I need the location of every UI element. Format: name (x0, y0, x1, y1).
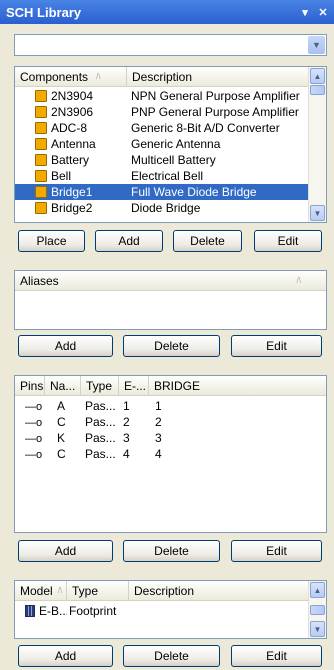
component-row-selected[interactable]: Bridge1 Full Wave Diode Bridge (15, 184, 311, 200)
pin-row[interactable]: —o C Pas... 4 4 (15, 446, 209, 462)
sch-library-panel: SCH Library ▾ ✕ ▼ Components/\ Descripti… (0, 0, 334, 670)
delete-pin-button[interactable]: Delete (123, 540, 220, 562)
component-row[interactable]: 2N3906 PNP General Purpose Amplifier (15, 104, 311, 120)
pin-row[interactable]: —o C Pas... 2 2 (15, 414, 209, 430)
pin-icon: —o (25, 433, 43, 445)
library-filter-combo[interactable]: ▼ (14, 34, 327, 56)
close-icon[interactable]: ✕ (316, 6, 330, 19)
scroll-down-icon[interactable]: ▼ (310, 205, 325, 221)
edit-alias-button[interactable]: Edit (231, 335, 322, 357)
component-icon (35, 138, 47, 150)
edit-pin-button[interactable]: Edit (231, 540, 322, 562)
component-row[interactable]: ADC-8 Generic 8-Bit A/D Converter (15, 120, 311, 136)
column-header-description[interactable]: Description (127, 67, 311, 86)
component-icon (35, 106, 47, 118)
component-row[interactable]: 2N3904 NPN General Purpose Amplifier (15, 88, 311, 104)
sort-icon: /\ (96, 72, 101, 81)
components-list[interactable]: Components/\ Description 2N3904 NPN Gene… (14, 66, 327, 223)
column-header-e[interactable]: E-... (119, 376, 149, 395)
delete-alias-button[interactable]: Delete (123, 335, 220, 357)
aliases-list-header: Aliases/\ (15, 271, 326, 291)
component-icon (35, 202, 47, 214)
component-row[interactable]: Bell Electrical Bell (15, 168, 311, 184)
panel-title: SCH Library (6, 4, 82, 20)
panel-title-bar: SCH Library ▾ ✕ (0, 0, 334, 24)
place-button[interactable]: Place (18, 230, 85, 252)
delete-component-button[interactable]: Delete (173, 230, 242, 252)
edit-component-button[interactable]: Edit (254, 230, 322, 252)
sort-icon: /\ (296, 276, 301, 285)
aliases-list[interactable]: Aliases/\ (14, 270, 327, 330)
column-header-type[interactable]: Type (81, 376, 119, 395)
pin-icon: —o (25, 401, 43, 413)
add-component-button[interactable]: Add (95, 230, 163, 252)
component-icon (35, 186, 47, 198)
panel-menu-icon[interactable]: ▾ (298, 6, 312, 19)
pin-icon: —o (25, 449, 43, 461)
delete-model-button[interactable]: Delete (123, 645, 220, 667)
scroll-up-icon[interactable]: ▲ (310, 68, 325, 84)
footprint-icon (25, 605, 35, 617)
components-scrollbar[interactable]: ▲ ▼ (308, 67, 326, 222)
components-list-header: Components/\ Description (15, 67, 326, 87)
model-row[interactable]: E-B... Footprint (15, 603, 249, 619)
scroll-down-icon[interactable]: ▼ (310, 621, 325, 637)
component-icon (35, 154, 47, 166)
scroll-up-icon[interactable]: ▲ (310, 582, 325, 598)
column-header-aliases[interactable]: Aliases/\ (15, 271, 309, 290)
column-header-name[interactable]: Na... (45, 376, 81, 395)
edit-model-button[interactable]: Edit (231, 645, 322, 667)
sort-icon: /\ (57, 586, 63, 595)
add-model-button[interactable]: Add (18, 645, 113, 667)
column-header-pins[interactable]: Pins (15, 376, 45, 395)
component-row[interactable]: Antenna Generic Antenna (15, 136, 311, 152)
pin-icon: —o (25, 417, 43, 429)
add-pin-button[interactable]: Add (18, 540, 113, 562)
chevron-down-icon[interactable]: ▼ (308, 36, 325, 54)
component-icon (35, 90, 47, 102)
pin-row[interactable]: —o K Pas... 3 3 (15, 430, 209, 446)
models-list[interactable]: Model/\ Type Description E-B... Footprin… (14, 580, 327, 639)
component-icon (35, 122, 47, 134)
models-list-header: Model/\ Type Description (15, 581, 326, 601)
scroll-thumb[interactable] (310, 605, 325, 615)
scroll-thumb[interactable] (310, 85, 325, 95)
add-alias-button[interactable]: Add (18, 335, 113, 357)
column-header-components[interactable]: Components/\ (15, 67, 127, 86)
component-icon (35, 170, 47, 182)
column-header-bridge[interactable]: BRIDGE (149, 376, 319, 395)
column-header-type[interactable]: Type (67, 581, 129, 600)
pin-row[interactable]: —o A Pas... 1 1 (15, 398, 209, 414)
column-header-model[interactable]: Model/\ (15, 581, 67, 600)
component-row[interactable]: Battery Multicell Battery (15, 152, 311, 168)
pins-list[interactable]: Pins Na... Type E-... BRIDGE —o A Pas...… (14, 375, 327, 533)
models-scrollbar[interactable]: ▲ ▼ (308, 581, 326, 638)
component-row[interactable]: Bridge2 Diode Bridge (15, 200, 311, 216)
pins-list-header: Pins Na... Type E-... BRIDGE (15, 376, 326, 396)
column-header-description[interactable]: Description (129, 581, 311, 600)
